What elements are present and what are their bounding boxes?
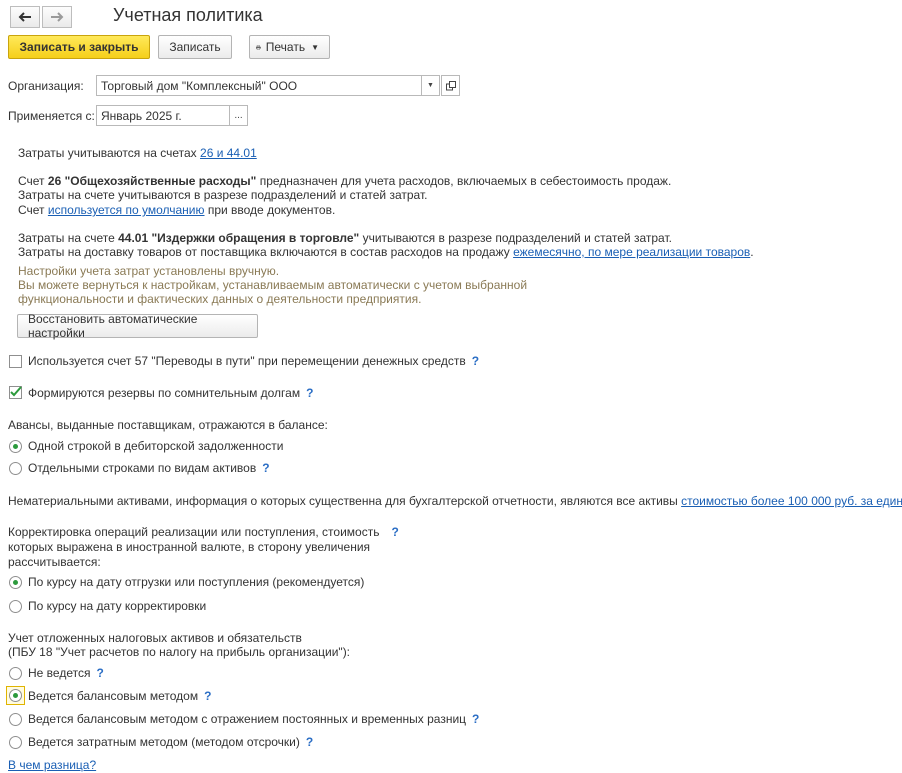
organization-dropdown-button[interactable]: ▼: [421, 75, 440, 96]
save-button[interactable]: Записать: [158, 35, 232, 59]
acc57-label: Используется счет 57 "Переводы в пути" п…: [28, 354, 466, 368]
account44-line2: Затраты на доставку товаров от поставщик…: [18, 245, 754, 259]
deferred-option1-row: Не ведется?: [28, 666, 104, 680]
costs-accounts-line: Затраты учитываются на счетах 26 и 44.01: [18, 146, 257, 160]
forward-button[interactable]: [42, 6, 72, 28]
advances-option1-label: Одной строкой в дебиторской задолженност…: [28, 439, 284, 453]
deferred-option2-row: Ведется балансовым методом?: [28, 689, 211, 703]
organization-field[interactable]: Торговый дом "Комплексный" ООО: [96, 75, 422, 96]
delivery-costs-link[interactable]: ежемесячно, по мере реализации товаров: [513, 245, 750, 259]
account26-line2: Затраты на счете учитываются в разрезе п…: [18, 188, 428, 202]
applies-from-label: Применяется с:: [8, 109, 95, 123]
advances-option2-label: Отдельными строками по видам активов: [28, 461, 257, 475]
currency-line3: рассчитывается:: [8, 555, 101, 569]
help-icon[interactable]: ?: [96, 666, 103, 680]
deferred-option1-radio[interactable]: [9, 667, 22, 680]
deferred-line2: (ПБУ 18 "Учет расчетов по налогу на приб…: [8, 645, 351, 659]
help-icon[interactable]: ?: [306, 386, 313, 400]
manual-settings-line3: функциональности и фактических данных о …: [18, 292, 422, 306]
restore-auto-settings-button[interactable]: Восстановить автоматические настройки: [17, 312, 258, 340]
deferred-line1: Учет отложенных налоговых активов и обяз…: [8, 631, 302, 645]
print-button-label: Печать: [265, 40, 306, 54]
reserves-checkbox[interactable]: [9, 386, 22, 399]
intangible-threshold-link[interactable]: стоимостью более 100 000 руб. за единицу: [681, 494, 902, 508]
acc57-checkbox[interactable]: [9, 355, 22, 368]
advances-option1-radio[interactable]: [9, 440, 22, 453]
help-icon[interactable]: ?: [204, 689, 211, 703]
printer-icon: [256, 44, 261, 50]
default-usage-link[interactable]: используется по умолчанию: [48, 203, 205, 217]
reserves-label: Формируются резервы по сомнительным долг…: [28, 386, 301, 400]
help-icon[interactable]: ?: [472, 354, 479, 368]
deferred-option1-label: Не ведется: [28, 666, 91, 680]
organization-label: Организация:: [8, 79, 84, 93]
manual-settings-line1: Настройки учета затрат установлены вручн…: [18, 264, 280, 278]
manual-settings-line2: Вы можете вернуться к настройкам, устана…: [18, 278, 528, 292]
help-icon[interactable]: ?: [472, 712, 479, 726]
currency-line1: Корректировка операций реализации или по…: [8, 525, 399, 539]
deferred-option2-radio[interactable]: [9, 689, 22, 702]
reserves-row: Формируются резервы по сомнительным долг…: [28, 386, 313, 400]
deferred-option4-label: Ведется затратным методом (методом отсро…: [28, 735, 300, 749]
currency-option1-label: По курсу на дату отгрузки или поступлени…: [28, 575, 365, 589]
deferred-option3-radio[interactable]: [9, 713, 22, 726]
organization-open-button[interactable]: [441, 75, 460, 96]
save-and-close-button[interactable]: Записать и закрыть: [8, 35, 150, 59]
currency-option1-radio[interactable]: [9, 576, 22, 589]
deferred-option2-label: Ведется балансовым методом: [28, 689, 199, 703]
currency-option2-label: По курсу на дату корректировки: [28, 599, 207, 613]
page-title: Учетная политика: [113, 5, 263, 25]
account26-line1: Счет 26 "Общехозяйственные расходы" пред…: [18, 174, 672, 188]
deferred-option3-row: Ведется балансовым методом с отражением …: [28, 712, 479, 726]
applies-from-pick-button[interactable]: ...: [229, 105, 248, 126]
costs-accounts-link[interactable]: 26 и 44.01: [200, 146, 257, 160]
arrow-right-icon: [51, 12, 64, 22]
advances-label: Авансы, выданные поставщикам, отражаются…: [8, 418, 328, 432]
deferred-option4-row: Ведется затратным методом (методом отсро…: [28, 735, 313, 749]
print-button[interactable]: Печать ▼: [249, 35, 330, 59]
deferred-option4-radio[interactable]: [9, 736, 22, 749]
applies-from-field[interactable]: Январь 2025 г.: [96, 105, 230, 126]
acc57-row: Используется счет 57 "Переводы в пути" п…: [28, 354, 479, 368]
deferred-option3-label: Ведется балансовым методом с отражением …: [28, 712, 467, 726]
help-icon[interactable]: ?: [306, 735, 313, 749]
chevron-down-icon: ▼: [311, 42, 319, 52]
chevron-down-icon: ▼: [427, 82, 434, 89]
help-icon[interactable]: ?: [391, 525, 398, 539]
intangible-line: Нематериальными активами, информация о к…: [8, 494, 902, 508]
help-icon[interactable]: ?: [262, 461, 269, 475]
open-window-icon: [445, 80, 456, 90]
account44-line1: Затраты на счете 44.01 "Издержки обращен…: [18, 231, 672, 245]
difference-link[interactable]: В чем разница?: [8, 758, 96, 772]
currency-line2: которых выражена в иностранной валюте, в…: [8, 540, 371, 554]
currency-option2-radio[interactable]: [9, 600, 22, 613]
account26-line3: Счет используется по умолчанию при вводе…: [18, 203, 336, 217]
back-button[interactable]: [10, 6, 40, 28]
advances-option2-radio[interactable]: [9, 462, 22, 475]
advances-option2-row: Отдельными строками по видам активов?: [28, 461, 270, 475]
arrow-left-icon: [18, 12, 31, 22]
checkmark-icon: [10, 386, 22, 397]
